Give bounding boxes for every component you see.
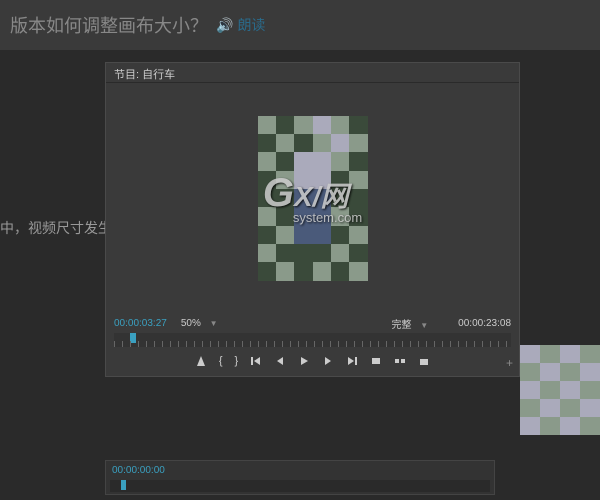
go-to-in-button[interactable]	[250, 355, 262, 367]
extract-button[interactable]	[394, 355, 406, 367]
program-monitor-panel: 节目: 自行车 GX/网 system.com 00:00:03:27 50% …	[105, 62, 520, 377]
panel-tab[interactable]: 节目: 自行车	[106, 63, 519, 83]
page-title: 版本如何调整画布大小？	[10, 12, 208, 38]
zoom-dropdown[interactable]: 50% ▼	[181, 318, 218, 329]
timecode-current[interactable]: 00:00:03:27	[114, 318, 167, 329]
chevron-down-icon: ▼	[420, 321, 428, 330]
time-ruler[interactable]	[114, 333, 511, 347]
background-timeline: 00:00:00:00	[105, 460, 495, 495]
bracket-in-button[interactable]: {	[219, 355, 223, 367]
add-button[interactable]: +	[506, 356, 513, 370]
timecode-duration: 00:00:23:08	[458, 318, 511, 329]
lift-button[interactable]	[370, 355, 382, 367]
watermark: GX/网 system.com	[263, 171, 362, 225]
export-frame-button[interactable]	[418, 355, 430, 367]
video-preview[interactable]: GX/网 system.com	[106, 83, 519, 313]
audio-icon[interactable]: 🔊	[216, 17, 233, 34]
bg-timecode: 00:00:00:00	[106, 461, 494, 480]
step-forward-button[interactable]	[322, 355, 334, 367]
article-text-fragment: 中，视频尺寸发生	[0, 218, 112, 238]
panel-tab-label: 节目: 自行车	[114, 69, 175, 81]
info-row: 00:00:03:27 50% ▼ 完整 ▼ 00:00:23:08	[106, 313, 519, 333]
go-to-out-button[interactable]	[346, 355, 358, 367]
mark-in-button[interactable]	[195, 355, 207, 367]
play-button[interactable]	[298, 355, 310, 367]
bracket-out-button[interactable]: }	[235, 355, 239, 367]
playback-controls: { }	[106, 347, 519, 375]
step-back-button[interactable]	[274, 355, 286, 367]
audio-label[interactable]: 朗读	[237, 15, 265, 35]
zoom-value: 50%	[181, 318, 201, 329]
page-header: 版本如何调整画布大小？ 🔊 朗读	[0, 0, 600, 50]
quality-dropdown[interactable]: 完整 ▼	[391, 316, 428, 331]
background-thumbnail	[520, 345, 600, 435]
quality-value: 完整	[391, 320, 411, 331]
ruler-ticks	[114, 341, 511, 347]
chevron-down-icon: ▼	[210, 319, 218, 328]
